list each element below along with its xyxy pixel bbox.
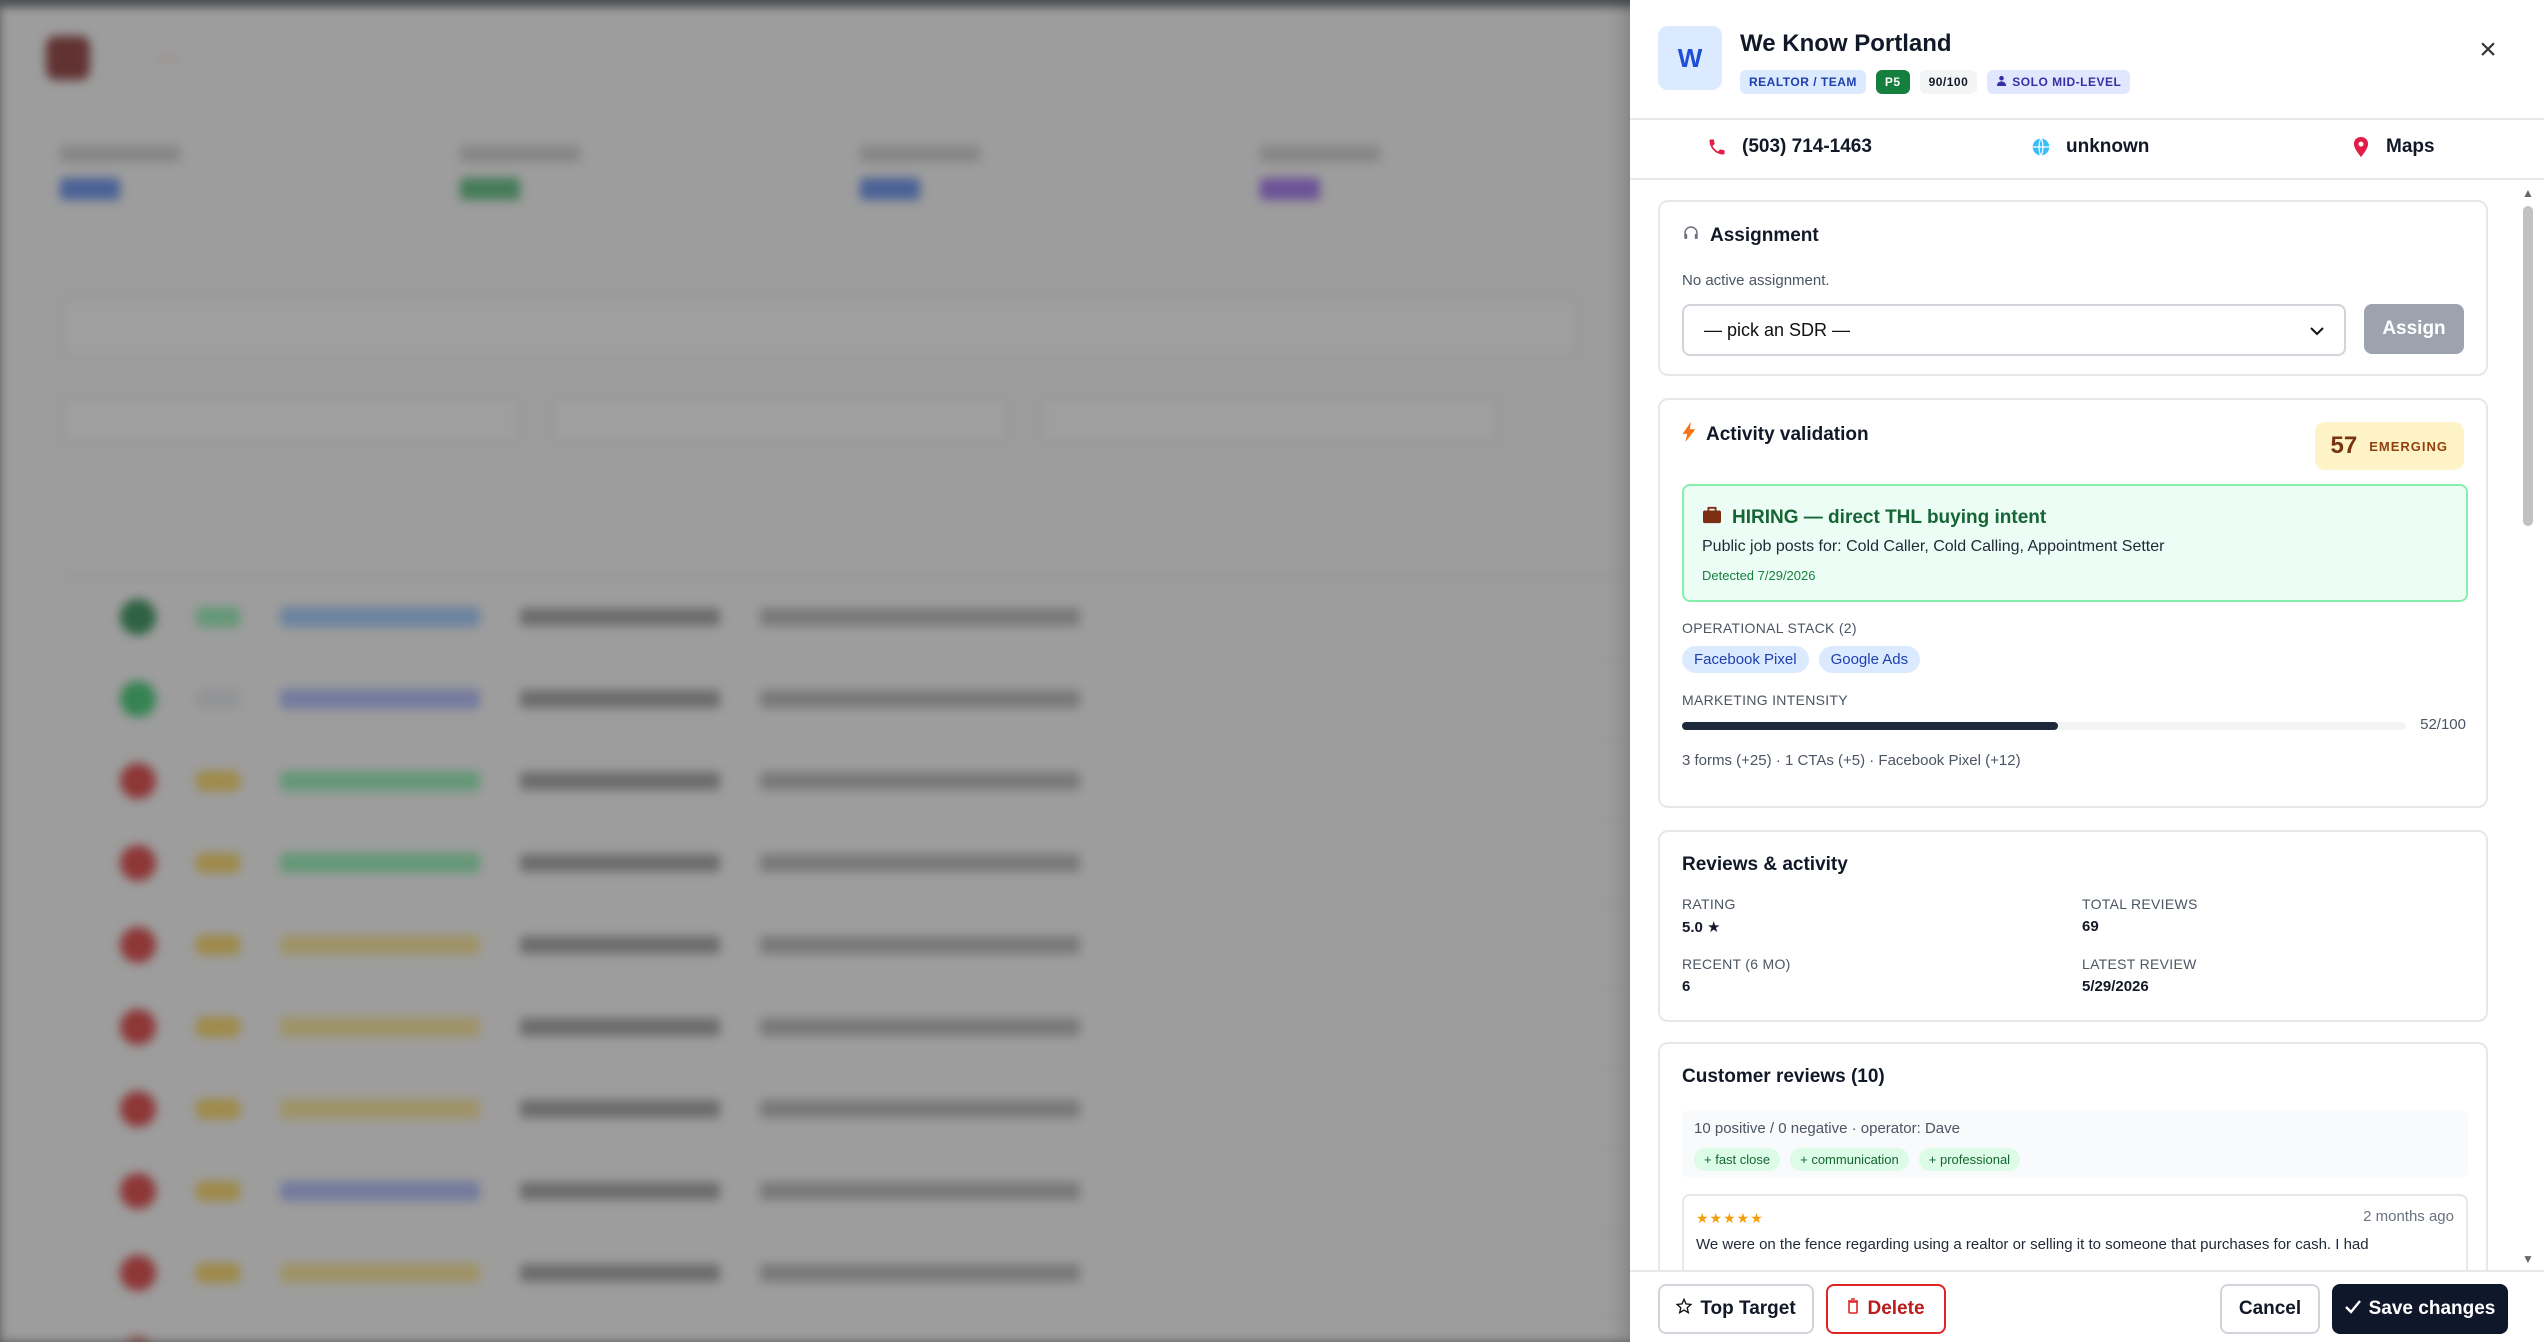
- lead-detail-panel: W We Know Portland REALTOR / TEAM P5 90/…: [1630, 0, 2544, 1342]
- hiring-detected: Detected 7/29/2026: [1702, 568, 1816, 583]
- badge-row: REALTOR / TEAM P5 90/100 SOLO MID-LEVEL: [1740, 70, 2131, 94]
- hiring-title: HIRING — direct THL buying intent: [1702, 506, 2046, 530]
- hiring-callout: HIRING — direct THL buying intent Public…: [1682, 484, 2468, 602]
- delete-label: Delete: [1867, 1298, 1925, 1319]
- review-summary-text: 10 positive / 0 negative · operator: Dav…: [1694, 1120, 1960, 1137]
- reviews-activity-card: Reviews & activity RATING 5.0 ★ TOTAL RE…: [1658, 830, 2488, 1022]
- contact-bar: (503) 714-1463 unknown Maps: [1630, 120, 2544, 180]
- rating-stat: RATING 5.0 ★: [1682, 896, 1736, 936]
- website-value: unknown: [2066, 136, 2150, 157]
- review-date: 2 months ago: [2363, 1208, 2454, 1225]
- modal-backdrop[interactable]: [0, 0, 1630, 1342]
- maps-link[interactable]: Maps: [2350, 136, 2435, 158]
- activity-title: Activity validation: [1682, 422, 1869, 448]
- rating-value: 5.0 ★: [1682, 919, 1721, 936]
- total-reviews-label: TOTAL REVIEWS: [2082, 896, 2198, 912]
- intensity-label: MARKETING INTENSITY: [1682, 692, 1848, 708]
- recent-stat: RECENT (6 MO) 6: [1682, 956, 1791, 995]
- stack-tag: Google Ads: [1818, 646, 1921, 673]
- chevron-down-icon: [2310, 320, 2324, 341]
- phone-icon: [1706, 136, 1728, 158]
- recent-label: RECENT (6 MO): [1682, 956, 1791, 972]
- activity-score: 57: [2330, 432, 2358, 459]
- star-icon: [1675, 1297, 1693, 1320]
- phone-link[interactable]: (503) 714-1463: [1706, 136, 1872, 158]
- activity-title-text: Activity validation: [1706, 424, 1869, 445]
- top-target-button[interactable]: Top Target: [1658, 1284, 1814, 1334]
- trash-icon: [1847, 1298, 1859, 1320]
- cancel-button[interactable]: Cancel: [2220, 1284, 2320, 1334]
- assignment-title-text: Assignment: [1710, 225, 1819, 246]
- company-name: We Know Portland: [1740, 30, 1952, 57]
- panel-scrollbar[interactable]: ▲ ▼: [2522, 186, 2534, 1266]
- stack-tags: Facebook Pixel Google Ads: [1682, 646, 1921, 673]
- sdr-select-value: — pick an SDR —: [1704, 319, 1851, 340]
- maps-label: Maps: [2386, 136, 2435, 157]
- total-reviews-stat: TOTAL REVIEWS 69: [2082, 896, 2198, 935]
- rating-label: RATING: [1682, 896, 1736, 912]
- latest-review-label: LATEST REVIEW: [2082, 956, 2197, 972]
- customer-reviews-card: Customer reviews (10) 10 positive / 0 ne…: [1658, 1042, 2488, 1270]
- total-reviews-value: 69: [2082, 918, 2099, 935]
- priority-badge: P5: [1875, 70, 1910, 94]
- close-icon[interactable]: ×: [2472, 34, 2504, 66]
- review-item: ★★★★★ 2 months ago We were on the fence …: [1682, 1194, 2468, 1270]
- briefcase-icon: [1702, 506, 1722, 530]
- assignment-title: Assignment: [1682, 224, 1819, 248]
- review-summary: 10 positive / 0 negative · operator: Dav…: [1682, 1110, 2468, 1178]
- recent-value: 6: [1682, 978, 1691, 995]
- save-label: Save changes: [2368, 1298, 2496, 1319]
- review-tag: + professional: [1918, 1148, 2021, 1171]
- person-icon: [1996, 75, 2007, 89]
- activity-validation-card: Activity validation 57 EMERGING HIRING —…: [1658, 398, 2488, 808]
- panel-scroll-area[interactable]: Assignment No active assignment. — pick …: [1630, 182, 2544, 1270]
- scrollbar-thumb[interactable]: [2523, 206, 2533, 526]
- latest-review-value: 5/29/2026: [2082, 978, 2149, 995]
- assignment-status: No active assignment.: [1682, 272, 1830, 289]
- intensity-bar: [1682, 722, 2406, 730]
- scroll-up-icon[interactable]: ▲: [2522, 186, 2534, 200]
- reviews-activity-title: Reviews & activity: [1682, 854, 1848, 875]
- save-button[interactable]: Save changes: [2332, 1284, 2508, 1334]
- phone-number: (503) 714-1463: [1742, 136, 1872, 157]
- solo-badge-label: SOLO MID-LEVEL: [2012, 75, 2122, 89]
- intensity-value: 52/100: [2420, 716, 2466, 733]
- stack-label: OPERATIONAL STACK (2): [1682, 620, 1857, 636]
- assignment-card: Assignment No active assignment. — pick …: [1658, 200, 2488, 376]
- bolt-icon: [1682, 422, 1696, 448]
- review-text: We were on the fence regarding using a r…: [1696, 1236, 2369, 1253]
- intensity-detail: 3 forms (+25) · 1 CTAs (+5) · Facebook P…: [1682, 752, 2021, 769]
- review-tags: + fast close + communication + professio…: [1694, 1148, 2021, 1171]
- assign-button[interactable]: Assign: [2364, 304, 2464, 354]
- solo-badge: SOLO MID-LEVEL: [1987, 70, 2131, 94]
- customer-reviews-title: Customer reviews (10): [1682, 1066, 1885, 1087]
- review-tag: + fast close: [1694, 1148, 1781, 1171]
- check-icon: [2344, 1298, 2361, 1320]
- company-avatar: W: [1658, 26, 1722, 90]
- score-badge: 90/100: [1919, 70, 1978, 94]
- activity-score-label: EMERGING: [2369, 438, 2448, 454]
- review-tag: + communication: [1790, 1148, 1909, 1171]
- latest-review-stat: LATEST REVIEW 5/29/2026: [2082, 956, 2197, 995]
- intensity-bar-fill: [1682, 722, 2059, 730]
- website-link[interactable]: unknown: [2030, 136, 2149, 158]
- type-badge: REALTOR / TEAM: [1740, 70, 1866, 94]
- map-pin-icon: [2350, 136, 2372, 158]
- stack-tag: Facebook Pixel: [1682, 646, 1809, 673]
- hiring-title-text: HIRING — direct THL buying intent: [1732, 507, 2047, 528]
- scroll-down-icon[interactable]: ▼: [2522, 1252, 2534, 1266]
- panel-header: W We Know Portland REALTOR / TEAM P5 90/…: [1630, 0, 2544, 120]
- sdr-select[interactable]: — pick an SDR —: [1682, 304, 2346, 356]
- top-target-label: Top Target: [1700, 1298, 1796, 1319]
- activity-score-chip: 57 EMERGING: [2314, 422, 2464, 470]
- headset-icon: [1682, 224, 1700, 248]
- globe-icon: [2030, 136, 2052, 158]
- panel-footer: Top Target Delete Cancel Save changes: [1630, 1270, 2544, 1342]
- review-stars: ★★★★★: [1696, 1210, 1764, 1226]
- delete-button[interactable]: Delete: [1826, 1284, 1946, 1334]
- hiring-posts: Public job posts for: Cold Caller, Cold …: [1702, 538, 2165, 555]
